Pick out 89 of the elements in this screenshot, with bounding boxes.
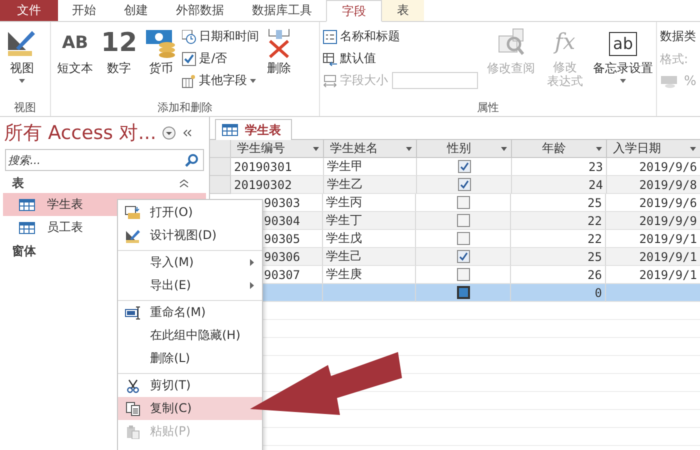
dropdown-caret-icon <box>620 79 626 83</box>
table-cell: 学生丁 <box>323 212 416 230</box>
yes-no-button[interactable]: 是/否 <box>182 49 260 68</box>
table-search-icon <box>496 28 526 58</box>
ribbon-tab[interactable]: 创建 <box>110 0 162 21</box>
dropdown-caret-icon <box>690 146 696 150</box>
dropdown-caret-icon <box>596 146 602 150</box>
delete-button[interactable]: 删除 <box>261 24 298 77</box>
table-cell: 学生乙 <box>324 176 417 194</box>
view-button[interactable]: 视图 <box>3 24 41 83</box>
ribbon-tab[interactable]: 字段 <box>326 0 382 22</box>
currency-button[interactable]: 货币 <box>142 24 180 77</box>
menu-item[interactable]: 删除(L) <box>118 347 262 370</box>
table-cell: 2019/9/9 <box>606 212 700 230</box>
collapse-chevron-icon[interactable] <box>182 128 192 138</box>
menu-item[interactable]: 复制(C) <box>118 397 262 420</box>
submenu-arrow-icon <box>250 282 254 289</box>
resize-icon <box>323 74 337 88</box>
scissors-icon <box>126 378 140 392</box>
checkbox[interactable] <box>456 250 470 263</box>
group-label: 添加和删除 <box>156 100 214 116</box>
form-list-icon <box>323 30 337 44</box>
column-header[interactable]: 入学日期 <box>607 140 700 158</box>
dropdown-caret-icon <box>19 79 25 83</box>
field-size-label: 字段大小 <box>323 72 388 89</box>
dropdown-caret-icon <box>250 78 256 82</box>
table-icon <box>222 124 238 136</box>
calendar-clock-icon <box>182 30 196 44</box>
dropdown-caret-icon <box>406 146 412 150</box>
checkbox[interactable] <box>456 196 470 209</box>
dropdown-caret-icon <box>313 146 319 150</box>
column-header[interactable]: 学生编号 <box>231 140 324 158</box>
short-text-button[interactable]: AB 短文本 <box>54 24 96 77</box>
memo-settings-button[interactable]: ab 备忘录设置 <box>588 24 658 83</box>
ribbon-tab[interactable]: 开始 <box>58 0 110 21</box>
nav-group-header[interactable]: 表 <box>12 174 24 192</box>
checkbox[interactable] <box>456 214 470 227</box>
checkbox[interactable] <box>458 160 470 173</box>
column-header[interactable]: 年龄 <box>512 140 607 158</box>
table-sparkle-icon <box>182 74 196 88</box>
nav-pane-title: 所有 Access 对... <box>4 121 156 146</box>
menu-item[interactable]: 在此组中隐藏(H) <box>118 324 262 347</box>
checkbox[interactable] <box>458 178 470 191</box>
table-cell: 2019/9/8 <box>607 176 700 194</box>
checkbox[interactable] <box>456 268 470 281</box>
table-cell: 24 <box>512 176 607 194</box>
number-button[interactable]: 12 数字 <box>98 24 140 77</box>
table-cell: 25 <box>511 248 606 266</box>
rename-field-icon <box>125 306 141 320</box>
ribbon-tab[interactable]: 文件 <box>0 0 58 21</box>
default-value-button[interactable]: 默认值 <box>323 49 478 68</box>
table-icon <box>19 222 35 234</box>
checkbox-icon <box>182 52 196 66</box>
checkbox[interactable] <box>456 232 470 245</box>
more-fields-button[interactable]: 其他字段 <box>182 71 260 90</box>
table-icon <box>19 198 35 210</box>
table-cell: 学生己 <box>323 248 416 266</box>
table-cell: 0 <box>511 284 606 302</box>
expanded-chevron-icon[interactable] <box>179 178 189 188</box>
date-time-button[interactable]: 日期和时间 <box>182 27 260 46</box>
design-ruler-icon <box>125 228 141 242</box>
ribbon-tab[interactable]: 外部数据 <box>162 0 238 21</box>
menu-item[interactable]: 导入(M) <box>118 250 262 274</box>
money-coins-icon <box>145 28 178 58</box>
format-label: 格式: <box>660 51 690 68</box>
column-header[interactable]: 学生姓名 <box>324 140 417 158</box>
ribbon-tab[interactable]: 表 <box>382 0 424 21</box>
new-record-checkbox[interactable] <box>456 286 470 299</box>
copy-icon <box>126 402 140 416</box>
name-caption-button[interactable]: 名称和标题 <box>323 27 478 46</box>
design-ruler-icon <box>6 28 38 58</box>
clipboard-icon <box>126 424 140 438</box>
table-open-icon <box>125 206 141 220</box>
dropdown-caret-icon <box>501 146 507 150</box>
table-cell: 22 <box>511 212 606 230</box>
search-field[interactable]: 搜索... <box>5 149 204 171</box>
table-cell: 20190302 <box>231 176 324 194</box>
search-icon[interactable] <box>185 153 199 167</box>
table-cell: 2019/9/1 <box>606 248 700 266</box>
submenu-arrow-icon <box>250 259 254 266</box>
data-type-label: 数据类 <box>660 28 696 45</box>
document-tab[interactable]: 学生表 <box>215 119 292 140</box>
group-label: 属性 <box>476 100 500 116</box>
column-header[interactable]: 性别 <box>417 140 512 158</box>
group-label: 视图 <box>13 100 37 116</box>
menu-item[interactable]: 重命名(M) <box>118 300 262 324</box>
ribbon-tab[interactable]: 数据库工具 <box>238 0 326 21</box>
nav-group-header[interactable]: 窗体 <box>12 242 36 260</box>
dropdown-circle-icon[interactable] <box>162 126 176 140</box>
